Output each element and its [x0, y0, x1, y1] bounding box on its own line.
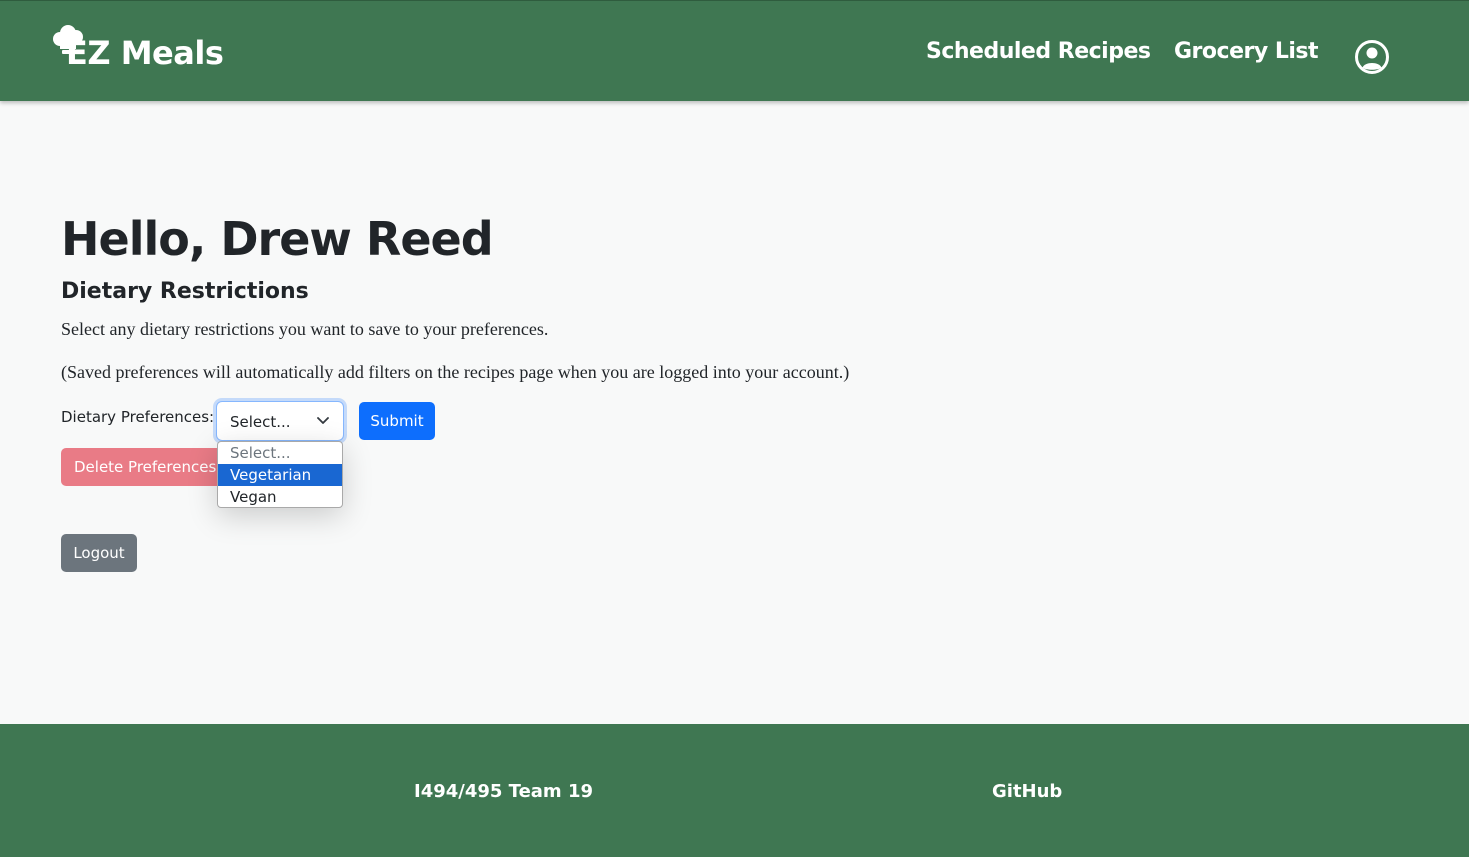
select-current-value: Select... [230, 413, 291, 431]
brand-logo[interactable]: EZ Meals [50, 25, 224, 81]
footer-team-text: I494/495 Team 19 [414, 781, 593, 802]
dietary-preferences-dropdown: Select... Vegetarian Vegan [217, 441, 343, 508]
footer [0, 724, 1469, 857]
dietary-preferences-select[interactable]: Select... [216, 401, 344, 441]
page-title: Hello, Drew Reed [61, 212, 494, 266]
top-navbar: EZ Meals Scheduled Recipes Grocery List [0, 0, 1469, 101]
instructions-text: Select any dietary restrictions you want… [61, 319, 549, 339]
logout-button[interactable]: Logout [61, 534, 137, 572]
chef-hat-icon [53, 25, 83, 54]
delete-preferences-button[interactable]: Delete Preferences [61, 448, 231, 486]
user-circle-icon[interactable] [1354, 39, 1390, 75]
nav-grocery-list[interactable]: Grocery List [1174, 39, 1319, 64]
dietary-preferences-label: Dietary Preferences: [61, 408, 215, 426]
footer-github-link[interactable]: GitHub [992, 781, 1062, 802]
option-vegetarian[interactable]: Vegetarian [218, 464, 342, 486]
section-title: Dietary Restrictions [61, 279, 309, 304]
nav-scheduled-recipes[interactable]: Scheduled Recipes [926, 39, 1151, 64]
submit-button[interactable]: Submit [359, 402, 435, 440]
option-vegan[interactable]: Vegan [218, 486, 342, 507]
preferences-note: (Saved preferences will automatically ad… [61, 362, 850, 382]
chevron-down-icon [317, 417, 329, 424]
option-select[interactable]: Select... [218, 442, 342, 464]
